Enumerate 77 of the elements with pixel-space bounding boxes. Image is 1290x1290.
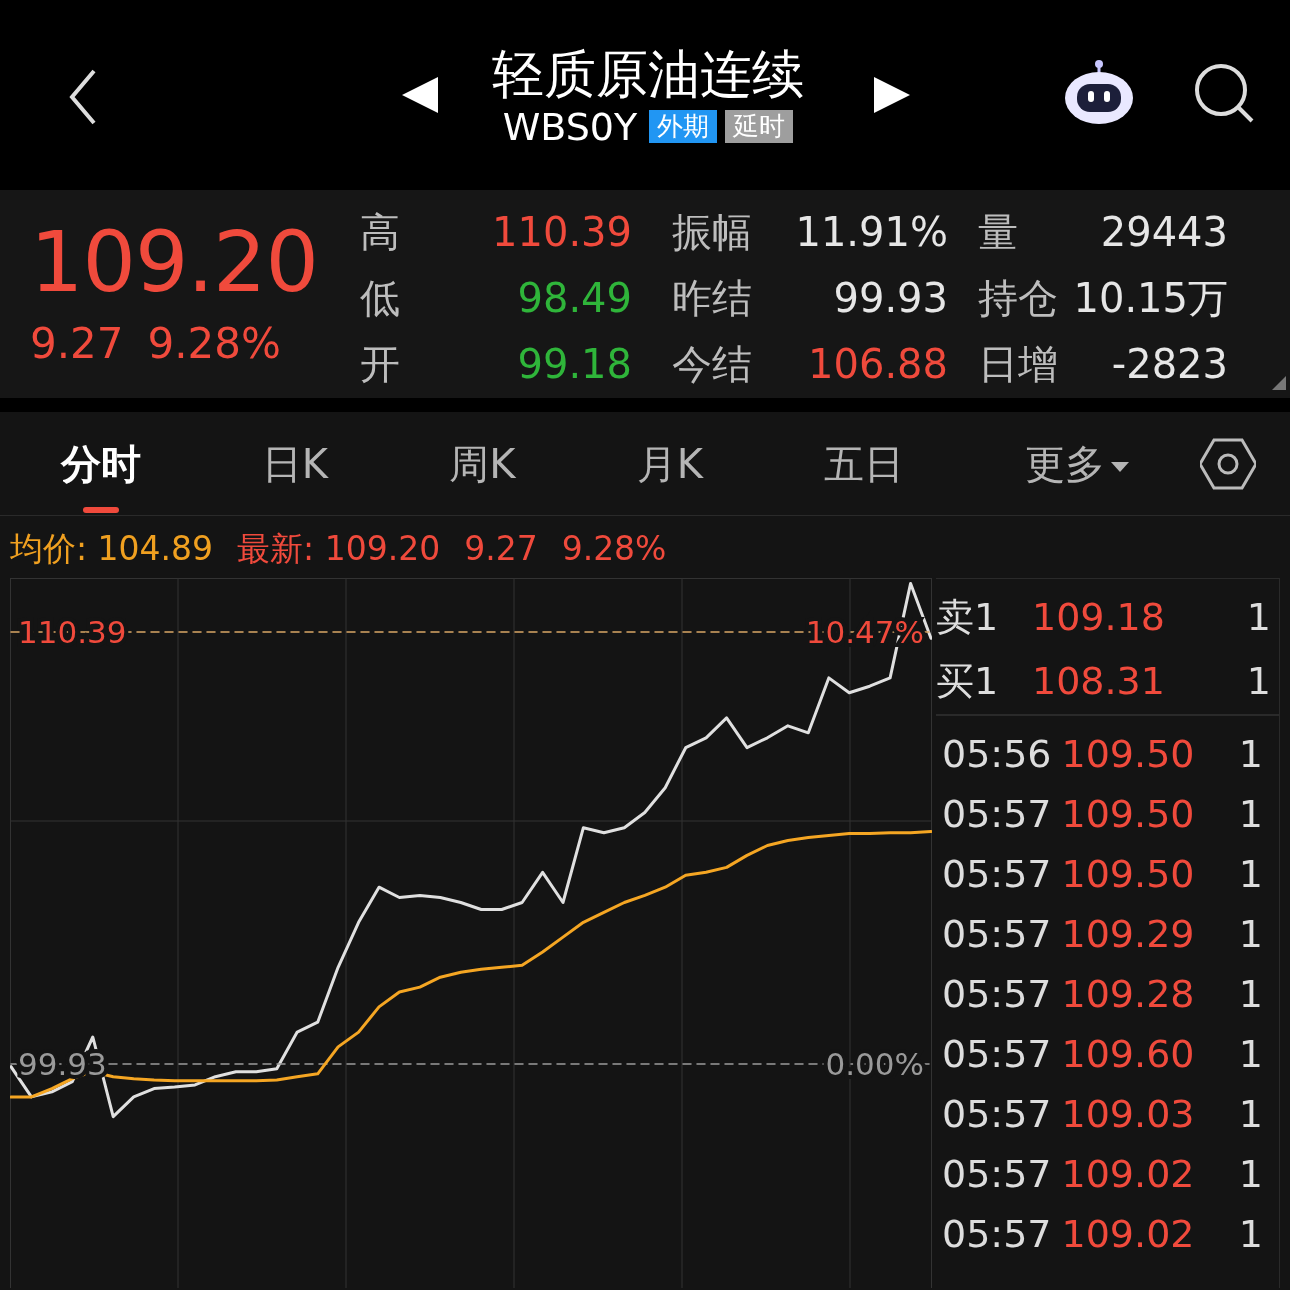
stat-value: 99.93 — [832, 274, 948, 323]
trade-volume: 1 — [1238, 970, 1263, 1018]
trade-volume: 1 — [1238, 850, 1263, 898]
last-price: 109.20 — [30, 220, 319, 304]
search-icon[interactable] — [1194, 63, 1254, 123]
trade-time: 05:57 — [942, 850, 1052, 898]
trade-time: 05:57 — [942, 790, 1052, 838]
stat-label: 昨结 — [671, 274, 753, 323]
next-icon[interactable] — [874, 77, 910, 113]
order-volume: 1 — [1246, 593, 1271, 641]
stat-label: 今结 — [671, 340, 753, 389]
chart-tab[interactable]: 周K — [439, 412, 526, 515]
trade-time: 05:57 — [942, 970, 1052, 1018]
instrument-code: WBS0Y — [502, 107, 638, 146]
order-level: 买1 — [936, 657, 1000, 705]
trade-price: 109.50 — [1061, 730, 1195, 778]
stat-value: 10.15万 — [1072, 274, 1228, 323]
order-price: 108.31 — [1032, 657, 1166, 705]
trade-volume: 1 — [1238, 790, 1263, 838]
stat-label: 持仓 — [977, 274, 1059, 323]
axis-label: 110.39 — [18, 614, 127, 651]
market-tag: 延时 — [725, 110, 794, 143]
stat-value: 29443 — [1099, 208, 1228, 257]
trade-price: 109.02 — [1061, 1150, 1195, 1198]
trade-time: 05:57 — [942, 1150, 1052, 1198]
stat-label: 量 — [977, 208, 1019, 257]
chart-tab[interactable]: 五日 — [814, 412, 915, 515]
trade-price: 109.50 — [1061, 850, 1195, 898]
order-price: 109.18 — [1032, 593, 1166, 641]
stat-label: 日增 — [977, 340, 1059, 389]
instrument-title: 轻质原油连续 — [492, 46, 804, 104]
stat-label: 振幅 — [671, 208, 753, 257]
percent-change: 9.28% — [147, 318, 281, 370]
market-tag: 外期 — [649, 110, 718, 143]
stat-label: 开 — [360, 340, 401, 389]
expand-corner-icon[interactable] — [1272, 376, 1286, 390]
trade-price: 109.03 — [1061, 1090, 1195, 1138]
trade-time: 05:57 — [942, 1090, 1052, 1138]
stat-value: 99.18 — [516, 340, 632, 389]
trade-volume: 1 — [1238, 1150, 1263, 1198]
chart-tab[interactable]: 月K — [626, 412, 713, 515]
robot-icon[interactable] — [1064, 60, 1134, 126]
trade-time: 05:57 — [942, 910, 1052, 958]
trade-volume: 1 — [1238, 1090, 1263, 1138]
latest-price: 最新: 109.20 — [237, 528, 441, 570]
trade-time: 05:57 — [942, 1030, 1052, 1078]
settings-icon[interactable] — [1200, 437, 1256, 490]
trade-volume: 1 — [1238, 910, 1263, 958]
chart-tab[interactable]: 更多 — [1015, 412, 1140, 515]
stat-value: 11.91% — [794, 208, 948, 257]
latest-change: 9.27 — [464, 528, 538, 570]
trade-time: 05:56 — [942, 730, 1052, 778]
trade-price: 109.02 — [1061, 1210, 1195, 1258]
trade-price: 109.50 — [1061, 790, 1195, 838]
chart-tab[interactable]: 分时 — [50, 412, 151, 515]
trade-price: 109.60 — [1061, 1030, 1195, 1078]
chart-tab[interactable]: 日K — [251, 412, 339, 515]
order-volume: 1 — [1246, 657, 1271, 705]
stat-label: 低 — [360, 274, 401, 323]
order-level: 卖1 — [936, 593, 1000, 641]
trade-volume: 1 — [1238, 730, 1263, 778]
stat-value: 98.49 — [516, 274, 632, 323]
stat-value: 106.88 — [807, 340, 948, 389]
trade-price: 109.28 — [1061, 970, 1195, 1018]
percent-label: 0.00% — [825, 1045, 924, 1082]
stat-label: 高 — [360, 208, 401, 257]
previous-icon[interactable] — [402, 77, 438, 113]
stat-value: -2823 — [1110, 340, 1228, 389]
stat-value: 110.39 — [491, 208, 632, 257]
price-change: 9.27 — [30, 318, 124, 370]
latest-percent: 9.28% — [561, 528, 667, 570]
trade-volume: 1 — [1238, 1030, 1263, 1078]
trade-time: 05:57 — [942, 1210, 1052, 1258]
average-price: 均价: 104.89 — [10, 528, 214, 570]
caret-icon — [1111, 461, 1130, 472]
trade-price: 109.29 — [1061, 910, 1195, 958]
trade-volume: 1 — [1238, 1210, 1263, 1258]
